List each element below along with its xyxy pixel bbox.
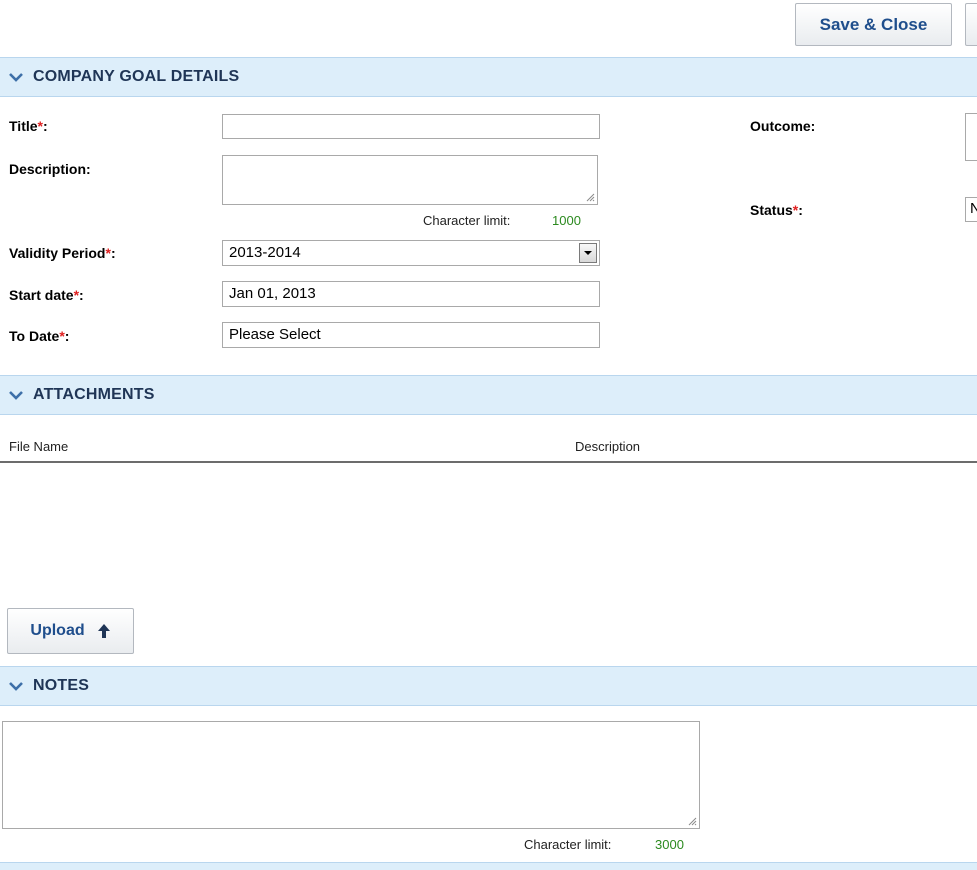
section-header-partial (0, 862, 977, 870)
column-header-file-name[interactable]: File Name (9, 439, 68, 454)
section-header-details[interactable]: COMPANY GOAL DETAILS (0, 57, 977, 97)
resize-grip-icon[interactable] (687, 816, 697, 826)
title-input[interactable] (222, 114, 600, 139)
start-date-input[interactable]: Jan 01, 2013 (222, 281, 600, 307)
notes-textarea[interactable] (2, 721, 700, 829)
to-date-label: To Date*: (9, 328, 70, 344)
upload-button[interactable]: Upload (7, 608, 134, 654)
save-close-label: Save & Close (819, 14, 928, 34)
description-textarea[interactable] (222, 155, 598, 205)
start-date-label: Start date*: (9, 287, 84, 303)
chevron-down-icon (9, 73, 23, 82)
resize-grip-icon[interactable] (585, 192, 595, 202)
section-title-details: COMPANY GOAL DETAILS (33, 68, 240, 85)
column-header-description[interactable]: Description (575, 439, 640, 454)
section-title-notes: NOTES (33, 677, 90, 694)
notes-char-limit-value: 3000 (655, 837, 684, 852)
section-title-attachments: ATTACHMENTS (33, 386, 155, 403)
chevron-down-icon (9, 391, 23, 400)
to-date-input[interactable]: Please Select (222, 322, 600, 348)
validity-period-value: 2013-2014 (229, 244, 301, 261)
arrow-up-icon (97, 624, 110, 638)
outcome-input[interactable] (965, 113, 977, 161)
chevron-down-icon (9, 682, 23, 691)
save-close-button[interactable]: Save & Close (795, 3, 952, 46)
description-char-limit-label: Character limit: (423, 213, 511, 228)
table-header-divider (0, 461, 977, 463)
outcome-label: Outcome: (750, 118, 816, 134)
section-header-notes[interactable]: NOTES (0, 666, 977, 706)
dropdown-arrow-icon[interactable] (579, 243, 597, 263)
validity-period-label: Validity Period*: (9, 245, 116, 261)
title-label: Title*: (9, 118, 48, 134)
validity-period-select[interactable]: 2013-2014 (222, 240, 600, 266)
status-label: Status*: (750, 202, 803, 218)
upload-label: Upload (30, 622, 85, 639)
description-char-limit-value: 1000 (552, 213, 581, 228)
notes-char-limit-label: Character limit: (524, 837, 612, 852)
description-label: Description: (9, 161, 91, 177)
status-select[interactable]: N (965, 197, 977, 222)
section-header-attachments[interactable]: ATTACHMENTS (0, 375, 977, 415)
toolbar-button-partial[interactable] (965, 3, 977, 46)
